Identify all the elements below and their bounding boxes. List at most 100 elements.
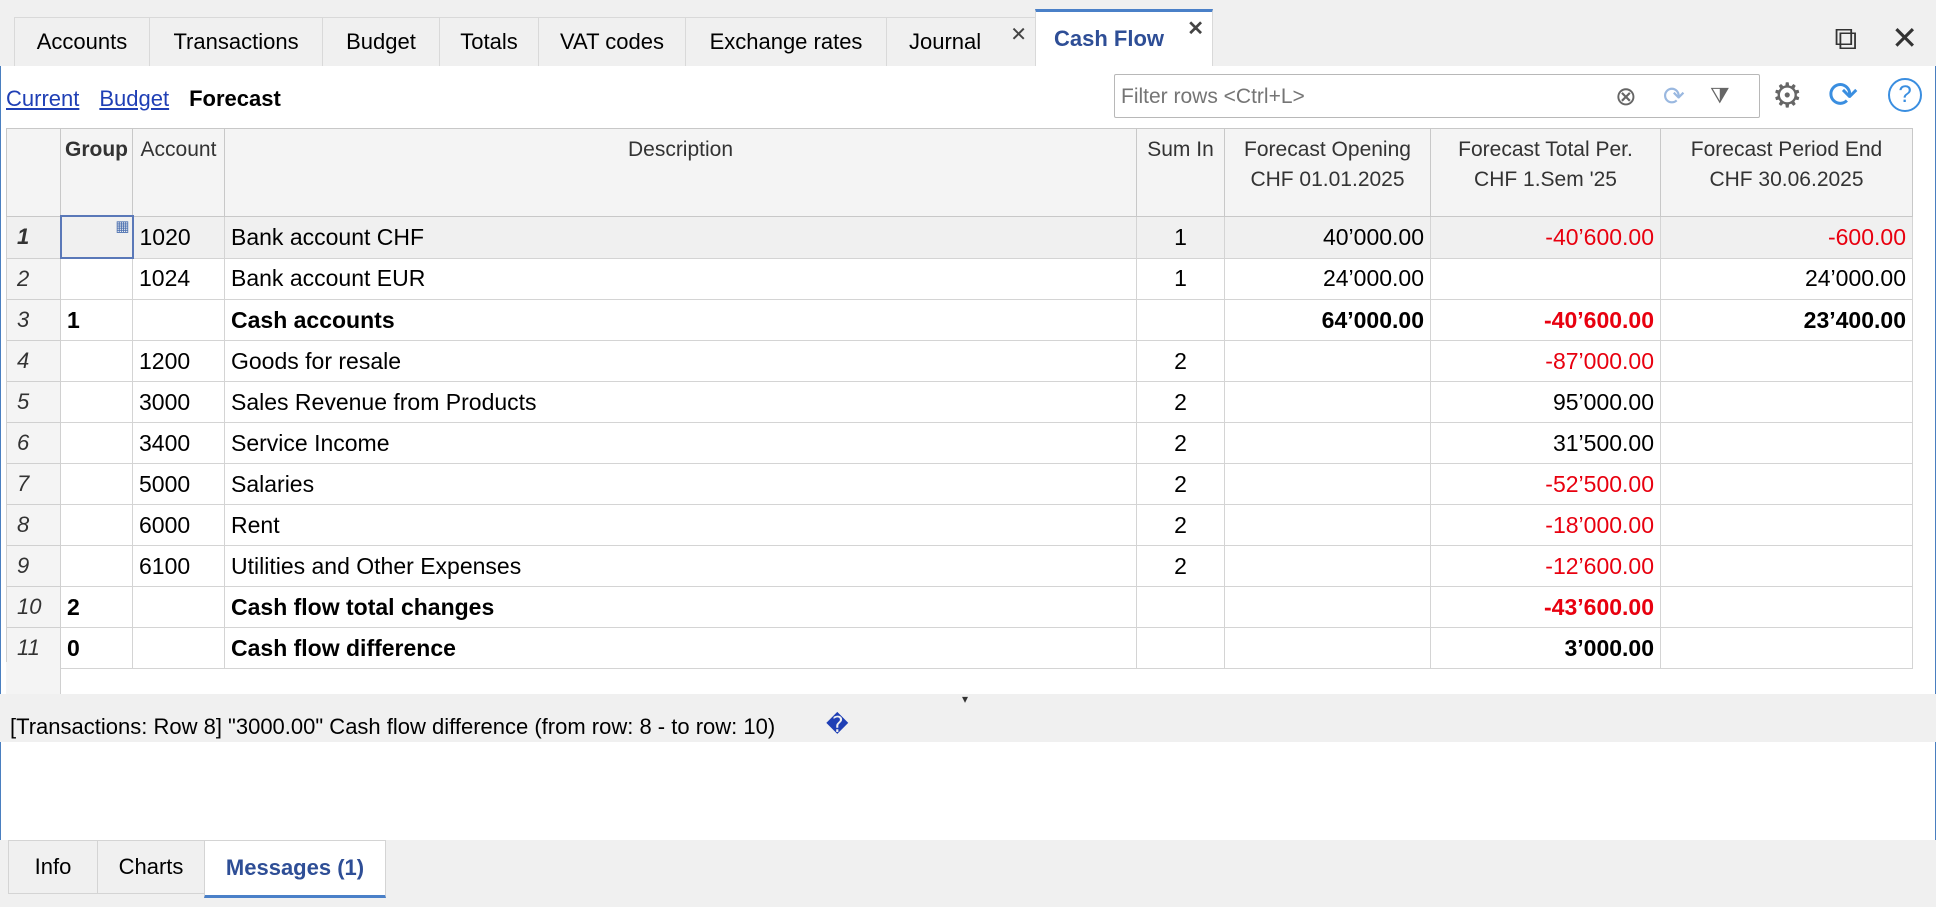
tab-exchange-rates[interactable]: Exchange rates	[685, 17, 887, 66]
description-cell[interactable]: Service Income	[224, 422, 1137, 464]
sum-in-cell[interactable]: 2	[1136, 545, 1225, 587]
opening-cell[interactable]	[1224, 586, 1431, 628]
account-cell[interactable]: 6000	[132, 504, 225, 546]
end-cell[interactable]	[1660, 381, 1913, 423]
group-cell[interactable]: 1	[60, 299, 133, 341]
total-cell[interactable]: -43’600.00	[1430, 586, 1661, 628]
table-row[interactable]: 11 0 Cash flow difference 3’000.00	[6, 627, 1913, 669]
opening-cell[interactable]	[1224, 422, 1431, 464]
total-cell[interactable]: -87’000.00	[1430, 340, 1661, 382]
account-cell[interactable]: 1020	[132, 215, 225, 259]
sum-in-cell[interactable]: 2	[1136, 340, 1225, 382]
group-cell[interactable]: ▦	[59, 215, 134, 259]
calendar-icon[interactable]: ▦	[115, 218, 129, 235]
tab-accounts[interactable]: Accounts	[14, 17, 150, 66]
recalculate-icon[interactable]: ⟳	[1828, 74, 1858, 116]
tab-charts[interactable]: Charts	[97, 840, 205, 894]
column-header-forecast-total[interactable]: Forecast Total Per. CHF 1.Sem '25	[1430, 128, 1661, 217]
table-row[interactable]: 4 1200 Goods for resale 2 -87’000.00	[6, 340, 1913, 382]
table-row[interactable]: 10 2 Cash flow total changes -43’600.00	[6, 586, 1913, 628]
end-cell[interactable]	[1660, 627, 1913, 669]
group-cell[interactable]	[60, 463, 133, 505]
close-tab-icon[interactable]: ✕	[1187, 16, 1204, 41]
table-row[interactable]: 2 1024 Bank account EUR 1 24’000.00 24’0…	[6, 257, 1913, 300]
sum-in-cell[interactable]: 1	[1136, 257, 1225, 300]
tab-cash-flow[interactable]: Cash Flow ✕	[1035, 9, 1213, 66]
opening-cell[interactable]	[1224, 463, 1431, 505]
total-cell[interactable]	[1430, 257, 1661, 300]
account-cell[interactable]	[132, 299, 225, 341]
description-cell[interactable]: Utilities and Other Expenses	[224, 545, 1137, 587]
total-cell[interactable]: -52’500.00	[1430, 463, 1661, 505]
view-budget-link[interactable]: Budget	[99, 86, 169, 112]
column-header-forecast-end[interactable]: Forecast Period End CHF 30.06.2025	[1660, 128, 1913, 217]
sum-in-cell[interactable]	[1136, 586, 1225, 628]
close-tab-icon[interactable]: ✕	[1010, 22, 1027, 47]
description-cell[interactable]: Goods for resale	[224, 340, 1137, 382]
tab-info[interactable]: Info	[8, 840, 98, 894]
end-cell[interactable]	[1660, 545, 1913, 587]
account-cell[interactable]	[132, 586, 225, 628]
opening-cell[interactable]	[1224, 545, 1431, 587]
opening-cell[interactable]	[1224, 340, 1431, 382]
close-window-icon[interactable]: ✕	[1891, 22, 1918, 54]
tab-totals[interactable]: Totals	[439, 17, 539, 66]
description-cell[interactable]: Bank account EUR	[224, 257, 1137, 300]
clear-filter-icon[interactable]: ⊗	[1615, 81, 1637, 111]
end-cell[interactable]: -600.00	[1660, 215, 1913, 259]
description-cell[interactable]: Cash accounts	[224, 299, 1137, 341]
table-row[interactable]: 1 ▦ 1020 Bank account CHF 1 40’000.00 -4…	[6, 215, 1913, 259]
opening-cell[interactable]: 64’000.00	[1224, 299, 1431, 341]
tab-budget[interactable]: Budget	[322, 17, 440, 66]
tab-transactions[interactable]: Transactions	[149, 17, 323, 66]
end-cell[interactable]: 24’000.00	[1660, 257, 1913, 300]
group-cell[interactable]	[60, 422, 133, 464]
sum-in-cell[interactable]	[1136, 627, 1225, 669]
column-header-sum-in[interactable]: Sum In	[1136, 128, 1225, 217]
sum-in-cell[interactable]: 2	[1136, 381, 1225, 423]
end-cell[interactable]	[1660, 504, 1913, 546]
group-cell[interactable]	[60, 340, 133, 382]
account-cell[interactable]: 3000	[132, 381, 225, 423]
end-cell[interactable]	[1660, 463, 1913, 505]
help-icon[interactable]: ?	[1888, 78, 1922, 112]
view-current-link[interactable]: Current	[6, 86, 79, 112]
table-row[interactable]: 3 1 Cash accounts 64’000.00 -40’600.00 2…	[6, 299, 1913, 341]
total-cell[interactable]: -40’600.00	[1430, 215, 1661, 259]
end-cell[interactable]	[1660, 586, 1913, 628]
account-cell[interactable]: 3400	[132, 422, 225, 464]
column-header-forecast-opening[interactable]: Forecast Opening CHF 01.01.2025	[1224, 128, 1431, 217]
total-cell[interactable]: -12’600.00	[1430, 545, 1661, 587]
tab-vat-codes[interactable]: VAT codes	[538, 17, 686, 66]
total-cell[interactable]: -40’600.00	[1430, 299, 1661, 341]
total-cell[interactable]: 95’000.00	[1430, 381, 1661, 423]
tab-messages[interactable]: Messages (1)	[204, 840, 386, 898]
description-cell[interactable]: Sales Revenue from Products	[224, 381, 1137, 423]
description-cell[interactable]: Cash flow difference	[224, 627, 1137, 669]
account-cell[interactable]	[132, 627, 225, 669]
account-cell[interactable]: 1024	[132, 257, 225, 300]
opening-cell[interactable]	[1224, 381, 1431, 423]
total-cell[interactable]: 31’500.00	[1430, 422, 1661, 464]
description-cell[interactable]: Rent	[224, 504, 1137, 546]
column-header-account[interactable]: Account	[132, 128, 225, 217]
description-cell[interactable]: Salaries	[224, 463, 1137, 505]
table-row[interactable]: 7 5000 Salaries 2 -52’500.00	[6, 463, 1913, 505]
group-cell[interactable]	[60, 545, 133, 587]
filter-input[interactable]	[1119, 79, 1623, 115]
opening-cell[interactable]: 24’000.00	[1224, 257, 1431, 300]
sum-in-cell[interactable]: 2	[1136, 422, 1225, 464]
sum-in-cell[interactable]: 1	[1136, 215, 1225, 259]
total-cell[interactable]: 3’000.00	[1430, 627, 1661, 669]
group-cell[interactable]: 0	[60, 627, 133, 669]
gear-icon[interactable]: ⚙	[1772, 76, 1802, 116]
opening-cell[interactable]	[1224, 627, 1431, 669]
column-header-group[interactable]: Group	[60, 128, 133, 217]
table-row[interactable]: 9 6100 Utilities and Other Expenses 2 -1…	[6, 545, 1913, 587]
tab-journal[interactable]: Journal ✕	[886, 17, 1036, 66]
column-header-description[interactable]: Description	[224, 128, 1137, 217]
description-cell[interactable]: Bank account CHF	[224, 215, 1137, 259]
table-row[interactable]: 5 3000 Sales Revenue from Products 2 95’…	[6, 381, 1913, 423]
account-cell[interactable]: 1200	[132, 340, 225, 382]
group-cell[interactable]	[60, 257, 133, 300]
